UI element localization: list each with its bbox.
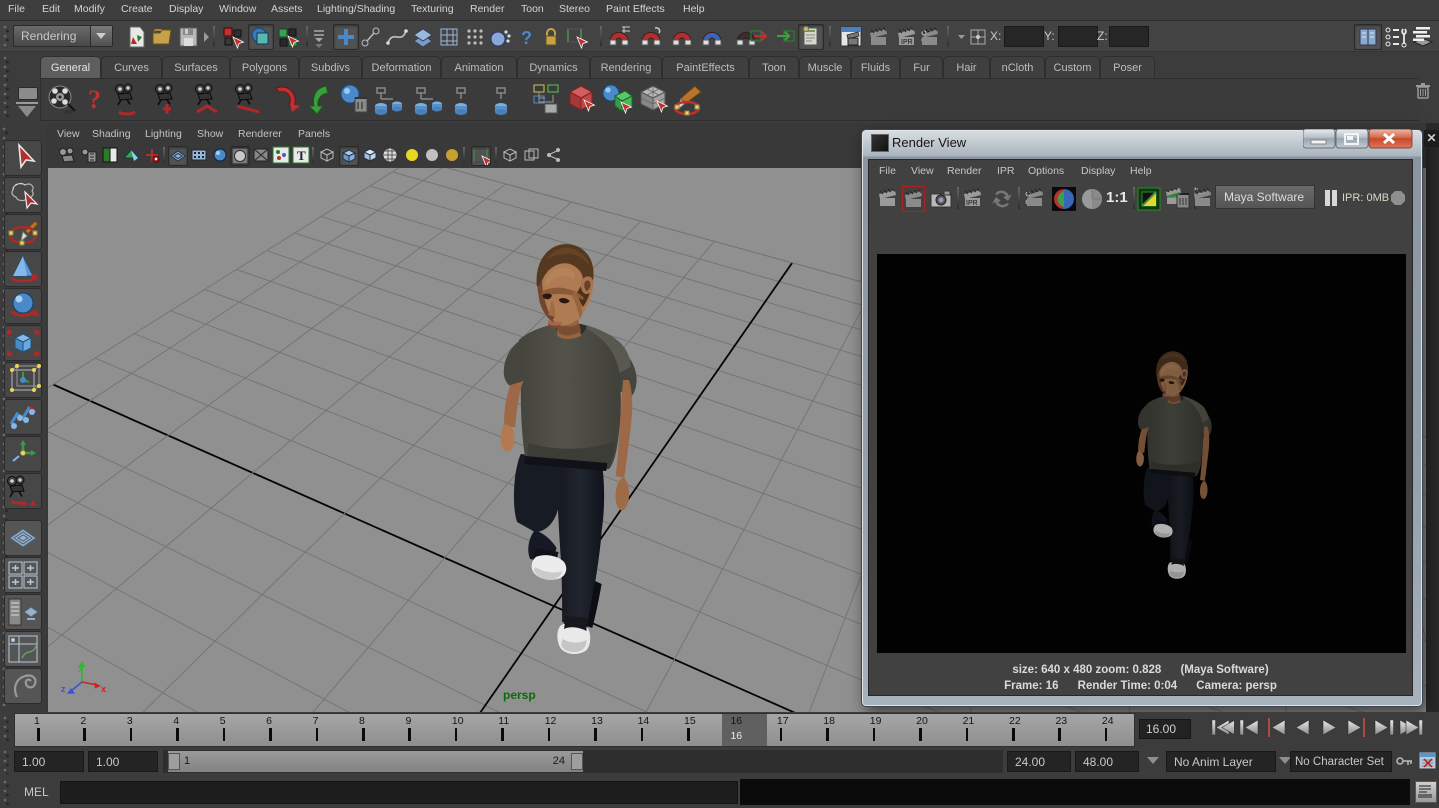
svg-text:x: x <box>101 684 106 694</box>
svg-text:IPR: IPR <box>966 200 978 207</box>
svg-text:?: ? <box>88 85 101 114</box>
svg-text:IPR: IPR <box>901 39 913 46</box>
svg-text:"..: ".. <box>1195 187 1202 196</box>
svg-text:y: y <box>78 662 83 672</box>
svg-text:?: ? <box>521 28 532 48</box>
svg-text:T: T <box>297 148 306 163</box>
svg-text:z: z <box>61 684 66 694</box>
